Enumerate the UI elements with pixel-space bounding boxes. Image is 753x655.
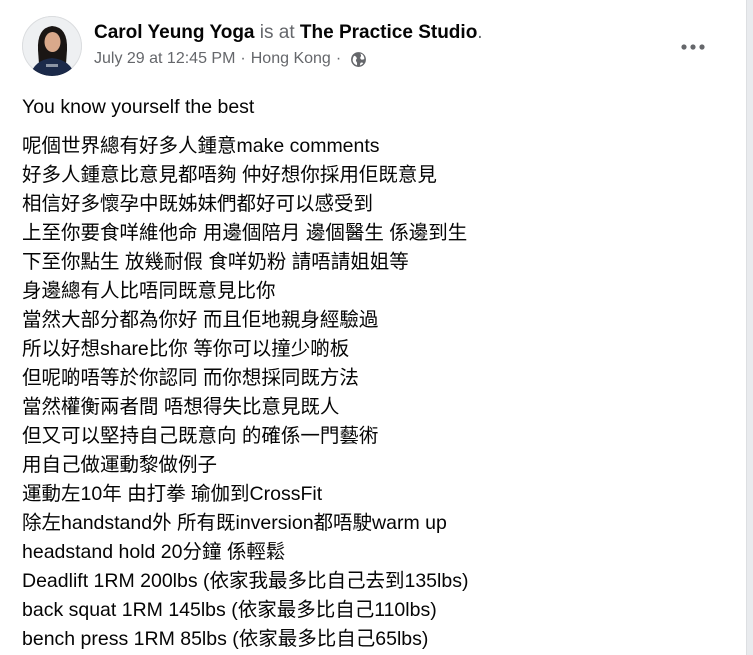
post-line: 好多人鍾意比意見都唔夠 仲好想你採用佢既意見 bbox=[22, 164, 437, 186]
post-line: 下至你點生 放幾耐假 食咩奶粉 請唔請姐姐等 bbox=[22, 251, 409, 273]
post-line: 當然權衡兩者間 唔想得失比意見既人 bbox=[22, 396, 340, 418]
post-line: 用自己做運動黎做例子 bbox=[22, 454, 218, 476]
post-line: 身邊總有人比唔同既意見比你 bbox=[22, 280, 276, 302]
separator-dot-2: · bbox=[335, 50, 342, 67]
more-options-icon bbox=[681, 44, 705, 50]
post-first-line: You know yourself the best bbox=[22, 96, 255, 118]
author-name[interactable]: Carol Yeung Yoga bbox=[94, 22, 255, 43]
more-options-button[interactable] bbox=[678, 40, 708, 54]
post-line: 但呢啲唔等於你認同 而你想採同既方法 bbox=[22, 367, 359, 389]
location-text[interactable]: Hong Kong bbox=[251, 48, 331, 70]
post-header: Carol Yeung Yoga is at The Practice Stud… bbox=[22, 16, 730, 80]
post-line: 當然大部分都為你好 而且佢地親身經驗過 bbox=[22, 309, 379, 331]
post-line: bench press 1RM 85lbs (依家最多比自己65lbs) bbox=[22, 628, 429, 650]
post-line: 呢個世界總有好多人鍾意make comments bbox=[22, 135, 380, 157]
post-line: Deadlift 1RM 200lbs (依家我最多比自己去到135lbs) bbox=[22, 570, 469, 592]
post-line: 所以好想share比你 等你可以撞少啲板 bbox=[22, 338, 350, 360]
separator-dot: · bbox=[240, 50, 246, 67]
post-body: You know yourself the best 呢個世界總有好多人鍾意ma… bbox=[22, 94, 726, 654]
timestamp[interactable]: July 29 at 12:45 PM bbox=[94, 48, 235, 70]
post-line: 上至你要食咩維他命 用邊個陪月 邊個醫生 係邊到生 bbox=[22, 222, 468, 244]
post-subtitle-line: July 29 at 12:45 PM · Hong Kong · bbox=[94, 48, 483, 70]
post-line: 但又可以堅持自己既意向 的確係一門藝術 bbox=[22, 425, 379, 447]
place-name[interactable]: The Practice Studio bbox=[300, 22, 477, 43]
place-suffix: . bbox=[477, 22, 483, 43]
post-line: 除左handstand外 所有既inversion都唔駛warm up bbox=[22, 512, 447, 534]
post-line: back squat 1RM 145lbs (依家最多比自己110lbs) bbox=[22, 599, 437, 621]
is-at-text: is at bbox=[259, 22, 295, 43]
post-line: 運動左10年 由打拳 瑜伽到CrossFit bbox=[22, 483, 323, 505]
post-card: Carol Yeung Yoga is at The Practice Stud… bbox=[0, 0, 747, 655]
avatar[interactable] bbox=[22, 16, 82, 76]
post-title-line: Carol Yeung Yoga is at The Practice Stud… bbox=[94, 20, 483, 46]
post-line: headstand hold 20分鐘 係輕鬆 bbox=[22, 541, 286, 563]
avatar-image bbox=[22, 16, 82, 76]
post-line: 相信好多懷孕中既姊妹們都好可以感受到 bbox=[22, 193, 374, 215]
post-meta: Carol Yeung Yoga is at The Practice Stud… bbox=[94, 20, 483, 70]
globe-icon[interactable] bbox=[350, 51, 367, 68]
post-lines: 呢個世界總有好多人鍾意make comments 好多人鍾意比意見都唔夠 仲好想你… bbox=[22, 132, 726, 654]
